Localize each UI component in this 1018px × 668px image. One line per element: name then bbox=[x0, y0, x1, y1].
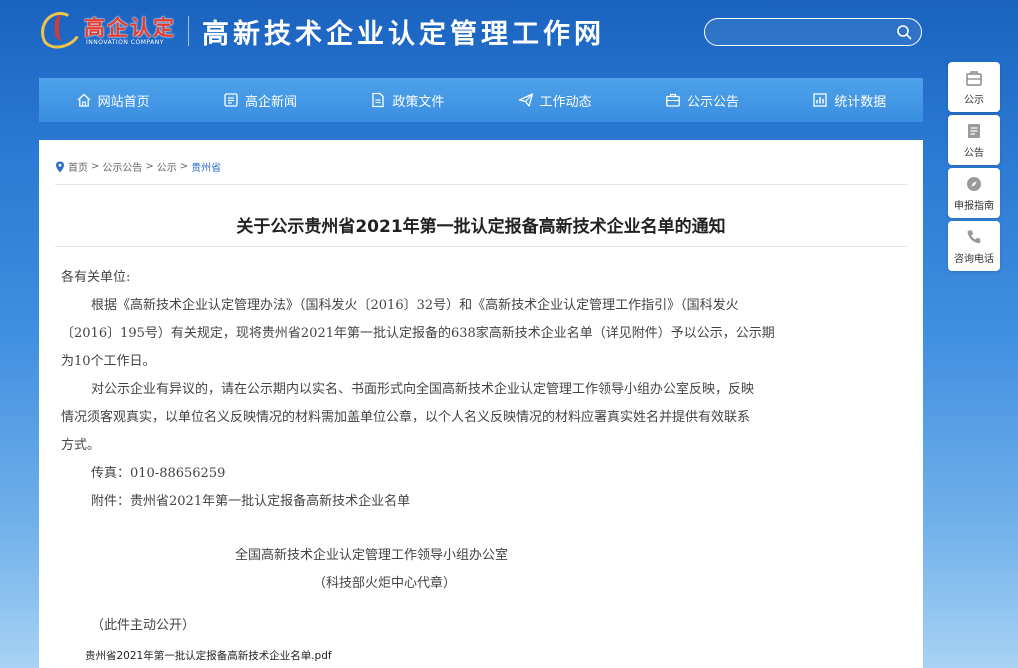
paragraph-2-line-3: 方式。 bbox=[61, 438, 101, 453]
paragraph-1-line-2: 〔2016〕195号）有关规定，现将贵州省2021年第一批认定报备的638家高新… bbox=[61, 326, 775, 341]
chart-icon bbox=[813, 93, 827, 107]
nav-item-updates[interactable]: 工作动态 bbox=[481, 78, 628, 122]
search-box[interactable] bbox=[704, 18, 922, 46]
nav-item-announcements[interactable]: 公示公告 bbox=[628, 78, 775, 122]
attachment-line: 附件：贵州省2021年第一批认定报备高新技术企业名单 bbox=[91, 494, 411, 509]
home-icon bbox=[77, 93, 91, 107]
signature-organization: 全国高新技术企业认定管理工作领导小组办公室 bbox=[235, 548, 509, 563]
article-card: 首页 > 公示公告 > 公示 > 贵州省 关于公示贵州省2021年第一批认定报备… bbox=[39, 140, 923, 668]
compass-icon bbox=[967, 176, 981, 191]
nav-item-label: 网站首页 bbox=[97, 94, 150, 110]
breadcrumb: 首页 > 公示公告 > 公示 > 贵州省 bbox=[55, 159, 221, 174]
breadcrumb-current[interactable]: 贵州省 bbox=[191, 159, 221, 174]
breadcrumb-announcements[interactable]: 公示公告 bbox=[102, 159, 142, 174]
side-btn-label: 公示 bbox=[964, 94, 984, 106]
nav-item-statistics[interactable]: 统计数据 bbox=[776, 78, 923, 122]
logo-text: 高企认定 bbox=[84, 16, 176, 40]
nav-item-policy[interactable]: 政策文件 bbox=[334, 78, 481, 122]
side-btn-label: 申报指南 bbox=[954, 200, 994, 212]
document-icon bbox=[372, 92, 384, 108]
nav-item-label: 高企新闻 bbox=[244, 94, 297, 110]
search-input[interactable] bbox=[717, 22, 887, 42]
paragraph-1-line-1: 根据《高新技术企业认定管理办法》（国科发火〔2016〕32号）和《高新技术企业认… bbox=[91, 298, 739, 313]
side-btn-label: 咨询电话 bbox=[954, 253, 994, 265]
news-icon bbox=[224, 93, 238, 107]
nav-item-home[interactable]: 网站首页 bbox=[39, 78, 186, 122]
side-btn-notice[interactable]: 公告 bbox=[948, 115, 1000, 165]
attachment-pdf-link[interactable]: 贵州省2021年第一批认定报备高新技术企业名单.pdf bbox=[85, 648, 332, 663]
nav-item-label: 公示公告 bbox=[686, 94, 739, 110]
notice-icon bbox=[968, 123, 980, 138]
breadcrumb-home[interactable]: 首页 bbox=[68, 159, 88, 174]
logo-divider bbox=[188, 16, 189, 46]
breadcrumb-public-notice[interactable]: 公示 bbox=[157, 159, 177, 174]
salutation: 各有关单位: bbox=[61, 270, 131, 285]
paragraph-2-line-1: 对公示企业有异议的，请在公示期内以实名、书面形式向全国高新技术企业认定管理工作领… bbox=[91, 382, 755, 397]
nav-item-label: 工作动态 bbox=[539, 94, 592, 110]
public-disclosure-note: （此件主动公开） bbox=[91, 618, 196, 633]
logo-subtext: INNOVATION COMPANY bbox=[86, 39, 164, 46]
nav-item-label: 统计数据 bbox=[834, 94, 887, 110]
paragraph-2-line-2: 情况须客观真实，以单位名义反映情况的材料需加盖单位公章，以个人名义反映情况的材料… bbox=[61, 410, 751, 425]
paper-plane-icon bbox=[518, 93, 533, 107]
side-toolbar: 公示 公告 申报指南 咨询电话 bbox=[948, 62, 1000, 274]
nav-item-news[interactable]: 高企新闻 bbox=[186, 78, 333, 122]
side-btn-hotline[interactable]: 咨询电话 bbox=[948, 221, 1000, 271]
breadcrumb-divider bbox=[55, 184, 907, 185]
site-title: 高新技术企业认定管理工作网 bbox=[202, 19, 605, 50]
fax-number: 传真：010-88656259 bbox=[91, 466, 226, 481]
article-title: 关于公示贵州省2021年第一批认定报备高新技术企业名单的通知 bbox=[236, 217, 726, 237]
site-logo[interactable]: 高企认定 INNOVATION COMPANY bbox=[35, 6, 180, 54]
title-divider bbox=[55, 246, 907, 247]
breadcrumb-separator: > bbox=[91, 161, 100, 172]
breadcrumb-separator: > bbox=[145, 161, 154, 172]
breadcrumb-separator: > bbox=[179, 161, 189, 172]
signature-seal-note: （科技部火炬中心代章） bbox=[313, 576, 457, 591]
search-icon[interactable] bbox=[896, 24, 912, 40]
phone-icon bbox=[967, 230, 981, 243]
side-btn-application-guide[interactable]: 申报指南 bbox=[948, 168, 1000, 218]
side-btn-public-notice[interactable]: 公示 bbox=[948, 62, 1000, 112]
nav-item-label: 政策文件 bbox=[392, 94, 445, 110]
briefcase-icon bbox=[666, 93, 680, 107]
location-pin-icon bbox=[56, 161, 64, 172]
logo-mark-figure bbox=[55, 15, 69, 41]
side-btn-label: 公告 bbox=[964, 147, 984, 159]
main-nav: 网站首页 高企新闻 政策文件 工作动态 公示公告 统计数据 bbox=[39, 78, 923, 122]
paragraph-1-line-3: 为10个工作日。 bbox=[61, 354, 156, 369]
briefcase-icon bbox=[966, 70, 982, 86]
site-header: 高企认定 INNOVATION COMPANY 高新技术企业认定管理工作网 bbox=[0, 0, 1018, 64]
